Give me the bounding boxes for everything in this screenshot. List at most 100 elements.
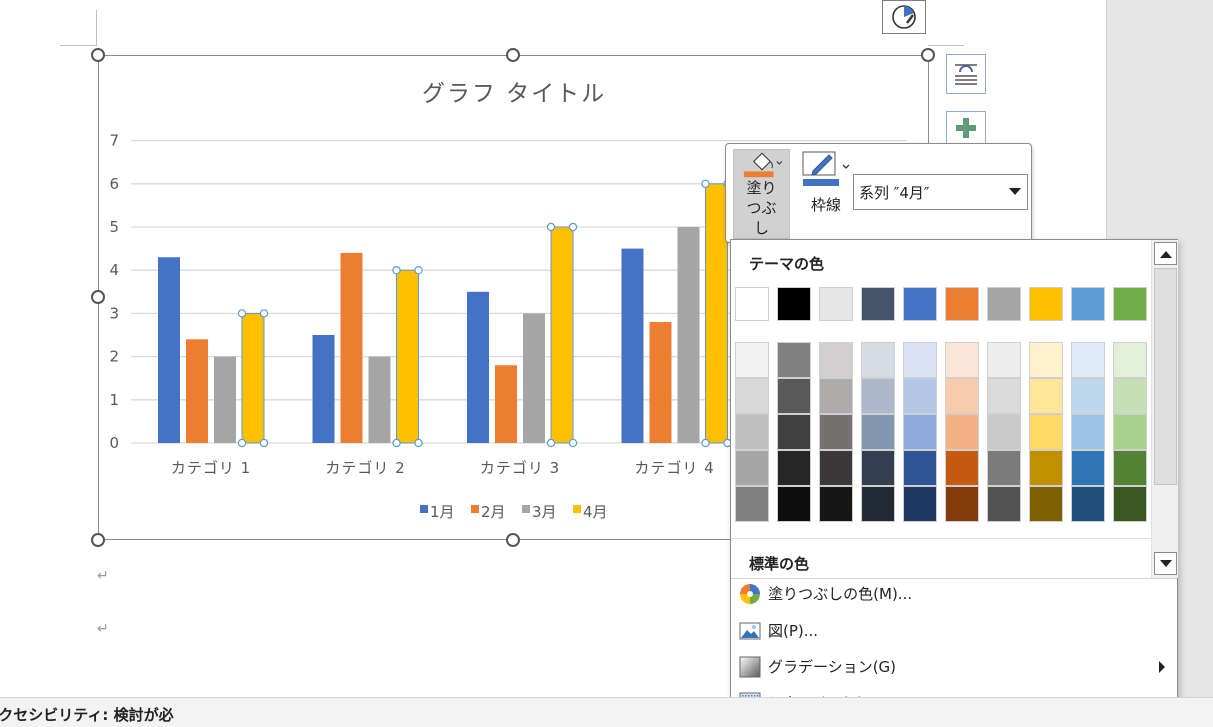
shade-swatch-1-4[interactable] xyxy=(735,450,769,486)
shade-swatch-2-5[interactable] xyxy=(777,486,811,522)
theme-color-swatch-3[interactable] xyxy=(819,287,853,321)
shade-swatch-8-1[interactable] xyxy=(1029,342,1063,378)
shade-swatch-9-3[interactable] xyxy=(1071,414,1105,450)
shade-swatch-10-5[interactable] xyxy=(1113,486,1147,522)
shade-swatch-8-3[interactable] xyxy=(1029,414,1063,450)
shade-swatch-2-2[interactable] xyxy=(777,378,811,414)
palette-scrollbar[interactable] xyxy=(1151,240,1178,578)
shade-swatch-5-5[interactable] xyxy=(903,486,937,522)
shade-swatch-2-4[interactable] xyxy=(777,450,811,486)
bar-3月-3 xyxy=(523,313,545,443)
shade-swatch-1-1[interactable] xyxy=(735,342,769,378)
accessibility-status[interactable]: アクセシビリティ: 検討が必 xyxy=(0,704,174,725)
shade-swatch-3-3[interactable] xyxy=(819,414,853,450)
shade-swatch-5-4[interactable] xyxy=(903,450,937,486)
picture-fill-item[interactable]: 図(P)... xyxy=(731,613,1177,649)
resize-handle-top-right[interactable] xyxy=(921,48,935,62)
scroll-up-button[interactable] xyxy=(1154,242,1177,265)
bar-selection-handle xyxy=(701,179,710,189)
resize-handle-left[interactable] xyxy=(91,290,105,304)
crop-mark xyxy=(928,45,964,46)
dropdown-arrow-icon xyxy=(1009,188,1021,195)
shade-swatch-8-4[interactable] xyxy=(1029,450,1063,486)
shade-swatch-5-3[interactable] xyxy=(903,414,937,450)
chart-elements-button[interactable] xyxy=(946,111,986,143)
shade-swatch-2-3[interactable] xyxy=(777,414,811,450)
shade-swatch-7-5[interactable] xyxy=(987,486,1021,522)
bar-2月-1 xyxy=(186,339,208,443)
paragraph-mark: ↵ xyxy=(97,568,109,584)
shade-swatch-6-4[interactable] xyxy=(945,450,979,486)
bar-selection-handle xyxy=(568,222,578,232)
resize-handle-bottom-left[interactable] xyxy=(91,533,105,547)
shade-swatch-1-5[interactable] xyxy=(735,486,769,522)
y-tick-label: 5 xyxy=(109,218,119,236)
bar-2月-2 xyxy=(340,252,363,443)
shade-swatch-7-4[interactable] xyxy=(987,450,1021,486)
scroll-thumb[interactable] xyxy=(1154,268,1177,485)
shade-swatch-5-1[interactable] xyxy=(903,342,937,378)
shade-swatch-3-5[interactable] xyxy=(819,486,853,522)
shade-swatch-10-1[interactable] xyxy=(1113,342,1147,378)
bar-selection-handle xyxy=(237,438,247,448)
shade-swatch-2-1[interactable] xyxy=(777,342,811,378)
shade-swatch-7-2[interactable] xyxy=(987,378,1021,414)
shade-swatch-4-3[interactable] xyxy=(861,414,895,450)
theme-color-swatch-5[interactable] xyxy=(903,287,937,321)
shade-swatch-1-3[interactable] xyxy=(735,414,769,450)
shade-swatch-10-3[interactable] xyxy=(1113,414,1147,450)
shade-swatch-6-2[interactable] xyxy=(945,378,979,414)
shade-swatch-6-1[interactable] xyxy=(945,342,979,378)
theme-color-swatch-8[interactable] xyxy=(1029,287,1063,321)
shade-swatch-9-5[interactable] xyxy=(1071,486,1105,522)
theme-color-swatch-4[interactable] xyxy=(861,287,895,321)
bar-2月-3 xyxy=(495,365,517,443)
y-tick-label: 2 xyxy=(109,348,119,366)
shade-swatch-4-5[interactable] xyxy=(861,486,895,522)
shade-swatch-3-4[interactable] xyxy=(819,450,853,486)
shade-swatch-4-4[interactable] xyxy=(861,450,895,486)
shade-swatch-8-5[interactable] xyxy=(1029,486,1063,522)
shade-swatch-10-2[interactable] xyxy=(1113,378,1147,414)
theme-color-swatch-7[interactable] xyxy=(987,287,1021,321)
shade-swatch-9-2[interactable] xyxy=(1071,378,1105,414)
legend-swatch-2月 xyxy=(471,505,479,513)
legend-label-1月: 1月 xyxy=(430,503,455,521)
shade-swatch-5-2[interactable] xyxy=(903,378,937,414)
format-mini-toolbar: 塗りつぶし 枠線 系列 ″4月″ xyxy=(725,143,1032,243)
resize-handle-top-left[interactable] xyxy=(91,48,105,62)
theme-color-swatch-1[interactable] xyxy=(735,287,769,321)
shade-swatch-4-1[interactable] xyxy=(861,342,895,378)
theme-color-swatch-10[interactable] xyxy=(1113,287,1147,321)
shade-swatch-8-2[interactable] xyxy=(1029,378,1063,414)
more-fill-colors-item[interactable]: 塗りつぶしの色(M)... xyxy=(731,576,1177,612)
shade-swatch-7-1[interactable] xyxy=(987,342,1021,378)
y-tick-label: 1 xyxy=(109,391,119,409)
shade-swatch-1-2[interactable] xyxy=(735,378,769,414)
shade-swatch-3-2[interactable] xyxy=(819,378,853,414)
bar-selection-handle xyxy=(259,309,269,318)
shade-swatch-4-2[interactable] xyxy=(861,378,895,414)
theme-color-swatch-9[interactable] xyxy=(1071,287,1105,321)
layout-options-button[interactable] xyxy=(946,54,986,94)
shade-swatch-3-1[interactable] xyxy=(819,342,853,378)
series-selector[interactable]: 系列 ″4月″ xyxy=(853,174,1028,210)
gradient-fill-item[interactable]: グラデーション(G) xyxy=(731,649,1177,685)
fill-button[interactable]: 塗りつぶし xyxy=(733,149,790,239)
shade-swatch-9-1[interactable] xyxy=(1071,342,1105,378)
scroll-down-button[interactable] xyxy=(1154,552,1177,575)
shade-swatch-10-4[interactable] xyxy=(1113,450,1147,486)
chart-style-button[interactable] xyxy=(882,0,926,34)
crop-mark xyxy=(96,10,97,46)
shade-swatch-9-4[interactable] xyxy=(1071,450,1105,486)
picture-icon xyxy=(739,622,761,640)
theme-color-swatch-2[interactable] xyxy=(777,287,811,321)
bar-3月-2 xyxy=(368,356,391,443)
outline-button[interactable]: 枠線 xyxy=(799,149,853,239)
theme-color-swatch-6[interactable] xyxy=(945,287,979,321)
shade-swatch-6-5[interactable] xyxy=(945,486,979,522)
resize-handle-bottom[interactable] xyxy=(506,533,520,547)
shade-swatch-6-3[interactable] xyxy=(945,414,979,450)
shade-swatch-7-3[interactable] xyxy=(987,414,1021,450)
resize-handle-top[interactable] xyxy=(506,48,520,62)
